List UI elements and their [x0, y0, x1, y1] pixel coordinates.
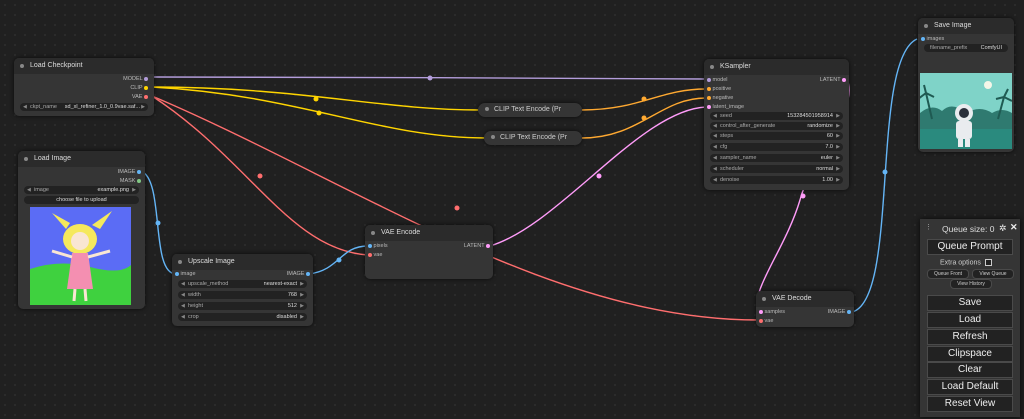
ckpt-name-widget[interactable]: ◀ ckpt_name sd_xl_refiner_1.0_0.9vae.saf..…: [20, 103, 148, 111]
collapse-dot[interactable]: [178, 260, 182, 264]
output-latent[interactable]: LATENT: [820, 76, 846, 84]
queue-control-panel: ⋮ Queue size: 0 ✲ ✕ Queue Prompt Extra o…: [920, 219, 1020, 417]
output-image-preview: [920, 73, 1012, 149]
node-ksampler[interactable]: KSampler model positive negative latent_…: [704, 59, 849, 190]
input-image-preview: [30, 207, 131, 305]
cfg-widget[interactable]: ◀ cfg 7.0 ▶: [710, 143, 843, 151]
refresh-button[interactable]: Refresh: [927, 329, 1013, 345]
drag-handle-icon[interactable]: ⋮: [925, 224, 932, 231]
queue-front-button[interactable]: Queue Front: [927, 269, 969, 279]
queue-prompt-button[interactable]: Queue Prompt: [927, 239, 1013, 255]
collapse-dot[interactable]: [710, 65, 714, 69]
input-positive[interactable]: positive: [707, 85, 731, 93]
collapse-dot[interactable]: [924, 24, 928, 28]
upscale-method-widget[interactable]: ◀ upscale_method nearest-exact ▶: [178, 280, 307, 288]
node-title: VAE Encode: [365, 225, 493, 241]
image-widget[interactable]: ◀ image example.png ▶: [24, 186, 139, 194]
collapse-dot[interactable]: [24, 157, 28, 161]
node-title: VAE Decode: [756, 291, 854, 307]
view-queue-button[interactable]: View Queue: [972, 269, 1014, 279]
node-title: KSampler: [704, 59, 849, 75]
collapse-dot[interactable]: [371, 231, 375, 235]
clear-button[interactable]: Clear: [927, 362, 1013, 378]
input-latent-image[interactable]: latent_image: [707, 103, 744, 111]
node-title: Load Image: [18, 151, 145, 167]
collapse-dot[interactable]: [762, 297, 766, 301]
output-mask[interactable]: MASK: [120, 177, 141, 185]
output-vae[interactable]: VAE: [132, 93, 148, 101]
load-button[interactable]: Load: [927, 312, 1013, 328]
output-image[interactable]: IMAGE: [828, 308, 851, 316]
save-button[interactable]: Save: [927, 295, 1013, 311]
node-vae-encode[interactable]: VAE Encode pixels vae LATENT: [365, 225, 493, 279]
extra-options-label: Extra options: [940, 259, 992, 266]
denoise-widget[interactable]: ◀ denoise 1.00 ▶: [710, 176, 843, 184]
load-default-button[interactable]: Load Default: [927, 379, 1013, 395]
clipspace-button[interactable]: Clipspace: [927, 346, 1013, 362]
output-model[interactable]: MODEL: [123, 75, 148, 83]
node-load-checkpoint[interactable]: Load Checkpoint MODEL CLIP VAE ◀ ckpt_nam…: [14, 58, 154, 116]
node-title: Upscale Image: [172, 254, 313, 270]
input-pixels[interactable]: pixels: [368, 242, 388, 250]
crop-widget[interactable]: ◀ crop disabled ▶: [178, 313, 307, 321]
height-widget[interactable]: ◀ height 512 ▶: [178, 302, 307, 310]
view-history-button[interactable]: View History: [950, 279, 992, 289]
input-vae[interactable]: vae: [368, 251, 382, 259]
close-icon[interactable]: ✕: [1010, 222, 1018, 233]
node-save-image[interactable]: Save Image images filename_prefix ComfyUI: [918, 18, 1014, 152]
control-after-generate-widget[interactable]: ◀ control_after_generate randomize ▶: [710, 122, 843, 130]
settings-gear-icon[interactable]: ✲: [999, 223, 1007, 234]
output-image[interactable]: IMAGE: [118, 168, 141, 176]
width-widget[interactable]: ◀ width 768 ▶: [178, 291, 307, 299]
reset-view-button[interactable]: Reset View: [927, 396, 1013, 412]
filename-prefix-widget[interactable]: filename_prefix ComfyUI: [924, 44, 1008, 52]
node-clip-text-encode-2[interactable]: CLIP Text Encode (Pr: [484, 131, 582, 145]
input-vae[interactable]: vae: [759, 317, 773, 325]
input-model[interactable]: model: [707, 76, 728, 84]
queue-size-label: Queue size: 0: [942, 224, 995, 234]
seed-widget[interactable]: ◀ seed 153284501958914 ▶: [710, 112, 843, 120]
extra-options-checkbox[interactable]: [984, 259, 992, 266]
node-load-image[interactable]: Load Image IMAGE MASK ◀ image example.png ▶…: [18, 151, 145, 309]
scheduler-widget[interactable]: ◀ scheduler normal ▶: [710, 165, 843, 173]
input-samples[interactable]: samples: [759, 308, 785, 316]
input-image[interactable]: image: [175, 270, 196, 278]
sampler-name-widget[interactable]: ◀ sampler_name euler ▶: [710, 154, 843, 162]
collapse-dot[interactable]: [20, 64, 24, 68]
steps-widget[interactable]: ◀ steps 60 ▶: [710, 132, 843, 140]
input-negative[interactable]: negative: [707, 94, 733, 102]
output-image[interactable]: IMAGE: [287, 270, 310, 278]
node-upscale-image[interactable]: Upscale Image image IMAGE ◀ upscale_metho…: [172, 254, 313, 326]
output-latent[interactable]: LATENT: [464, 242, 490, 250]
node-clip-text-encode-1[interactable]: CLIP Text Encode (Pr: [478, 103, 582, 117]
output-clip[interactable]: CLIP: [130, 84, 148, 92]
node-vae-decode[interactable]: VAE Decode samples vae IMAGE: [756, 291, 854, 327]
input-images[interactable]: images: [921, 35, 944, 43]
node-title: Load Checkpoint: [14, 58, 154, 74]
node-title: Save Image: [918, 18, 1014, 34]
upload-button[interactable]: choose file to upload: [24, 196, 139, 204]
